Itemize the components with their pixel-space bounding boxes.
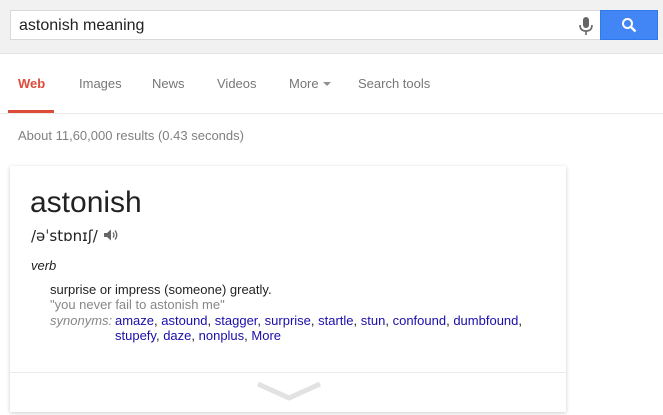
tab-more-label: More (289, 76, 319, 91)
synonyms-label: synonyms: (50, 313, 113, 328)
search-box[interactable] (10, 10, 600, 40)
dictionary-card: astonish /əˈstɒnɪʃ/ verb surprise or imp… (10, 166, 566, 412)
tab-images[interactable]: Images (79, 76, 122, 91)
active-tab-indicator (8, 110, 54, 113)
part-of-speech: verb (31, 258, 57, 273)
tab-web[interactable]: Web (18, 76, 45, 91)
speaker-icon[interactable] (103, 228, 119, 242)
search-icon (622, 18, 637, 33)
dictionary-word: astonish (30, 186, 142, 219)
synonyms-more-link[interactable]: More (251, 328, 281, 343)
synonyms-line-1: amaze, astound, stagger, surprise, start… (115, 313, 523, 328)
synonym-link[interactable]: dumbfound (453, 313, 518, 328)
search-header (0, 0, 663, 54)
chevron-down-icon[interactable] (256, 380, 322, 404)
search-tabs: Web Images News Videos More Search tools (0, 54, 663, 114)
search-input[interactable] (19, 16, 559, 36)
synonyms-line-2: stupefy, daze, nonplus, More (115, 328, 282, 343)
synonym-link[interactable]: surprise (265, 313, 311, 328)
card-divider (10, 372, 566, 373)
synonym-link[interactable]: stagger (215, 313, 258, 328)
search-button[interactable] (600, 10, 658, 40)
definition-text: surprise or impress (someone) greatly. (50, 282, 272, 297)
tab-videos[interactable]: Videos (217, 76, 257, 91)
caret-down-icon (322, 81, 331, 86)
microphone-icon[interactable] (577, 16, 595, 36)
synonym-link[interactable]: stun (361, 313, 386, 328)
result-stats: About 11,60,000 results (0.43 seconds) (18, 128, 244, 143)
tab-search-tools[interactable]: Search tools (358, 76, 430, 91)
synonym-link[interactable]: stupefy (115, 328, 156, 343)
phonetic-text: /əˈstɒnɪʃ/ (31, 227, 98, 245)
synonym-link[interactable]: astound (161, 313, 207, 328)
tab-more[interactable]: More (289, 76, 331, 91)
synonym-link[interactable]: daze (163, 328, 191, 343)
example-sentence: "you never fail to astonish me" (50, 297, 225, 312)
synonym-link[interactable]: startle (318, 313, 353, 328)
tab-news[interactable]: News (152, 76, 185, 91)
synonym-link[interactable]: amaze (115, 313, 154, 328)
synonym-link[interactable]: nonplus (199, 328, 245, 343)
synonym-link[interactable]: confound (393, 313, 447, 328)
